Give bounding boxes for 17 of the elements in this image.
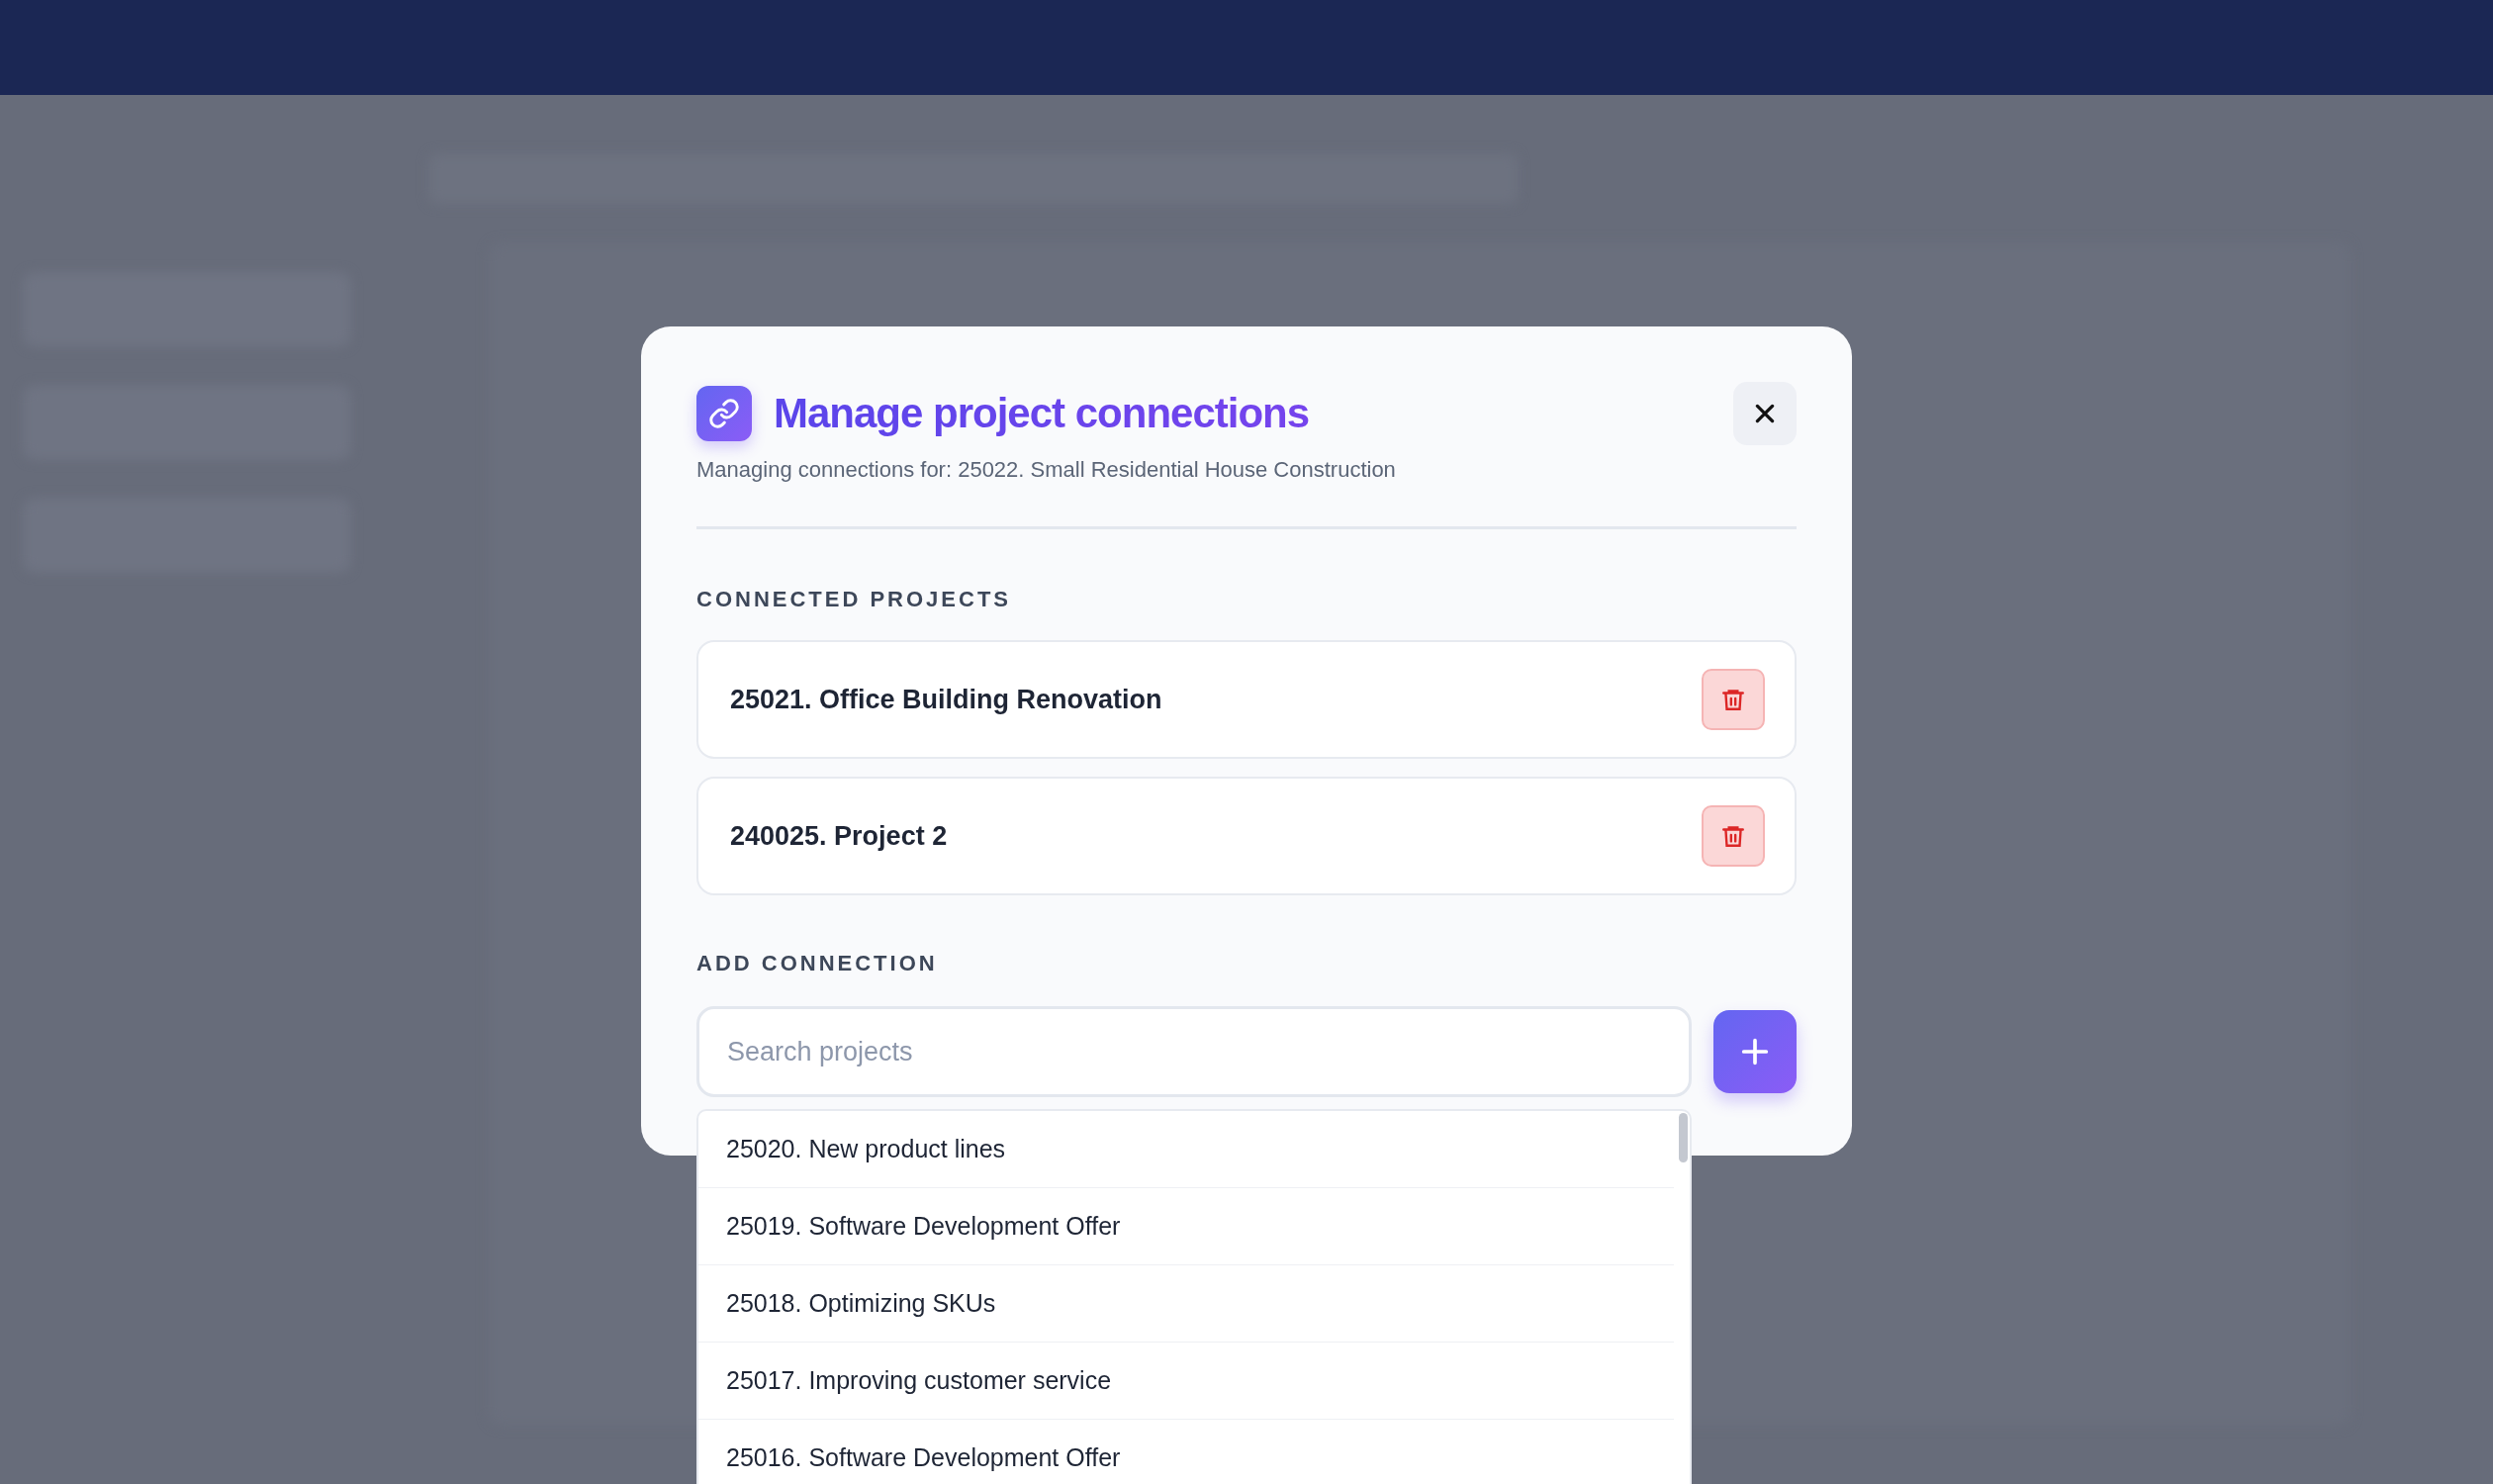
project-name: 240025. Project 2 — [730, 820, 949, 852]
result-option[interactable]: 25018. Optimizing SKUs — [698, 1265, 1674, 1343]
delete-button[interactable] — [1702, 669, 1765, 730]
result-option[interactable]: 25017. Improving customer service — [698, 1343, 1674, 1420]
section-heading: CONNECTED PROJECTS — [696, 587, 1013, 612]
link-icon — [696, 386, 752, 441]
section-heading: ADD CONNECTION — [696, 951, 939, 976]
project-name: 25021. Office Building Renovation — [730, 684, 1163, 715]
scrollbar-thumb[interactable] — [1679, 1113, 1688, 1162]
dialog-subtitle: Managing connections for: 25022. Small Residential House Construction — [696, 457, 1397, 483]
search-field[interactable]: Search projects — [696, 1006, 1692, 1097]
result-option[interactable]: 25016. Software Development Offer — [698, 1420, 1674, 1484]
delete-button[interactable] — [1702, 805, 1765, 867]
close-button[interactable] — [1733, 382, 1797, 445]
result-option[interactable]: 25019. Software Development Offer — [698, 1188, 1674, 1265]
result-option[interactable]: 25020. New product lines — [698, 1111, 1674, 1188]
add-button[interactable] — [1713, 1010, 1797, 1093]
